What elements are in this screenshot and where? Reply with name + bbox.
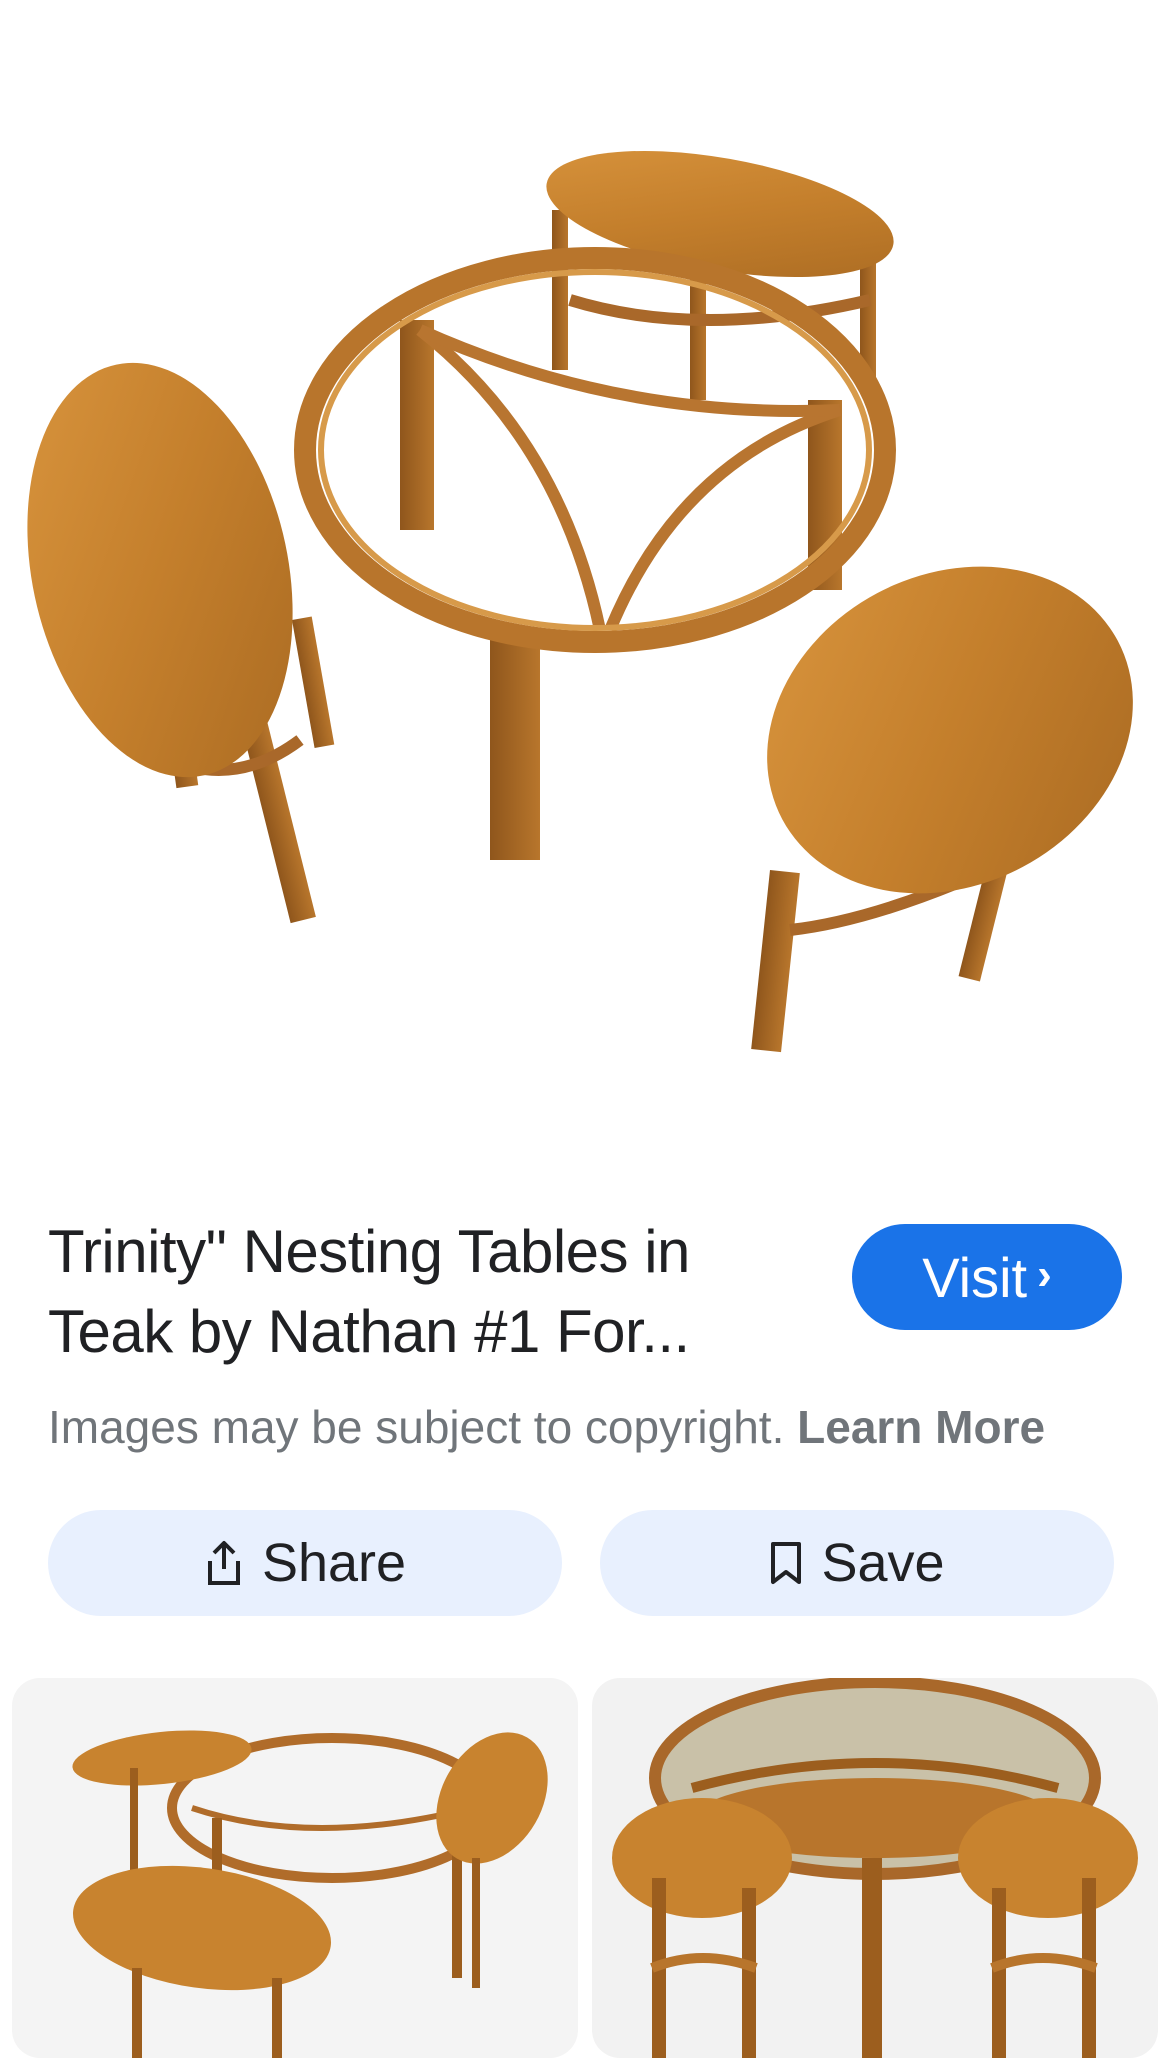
share-icon xyxy=(204,1539,244,1587)
share-button[interactable]: Share xyxy=(48,1510,562,1616)
bookmark-icon xyxy=(769,1540,803,1586)
main-image[interactable] xyxy=(0,0,1170,1150)
result-title[interactable]: Trinity" Nesting Tables in Teak by Natha… xyxy=(48,1212,808,1372)
save-label: Save xyxy=(821,1533,945,1593)
copyright-text: Images may be subject to copyright. xyxy=(48,1401,785,1453)
chevron-right-icon: › xyxy=(1037,1250,1052,1299)
share-label: Share xyxy=(261,1533,407,1593)
visit-button[interactable]: Visit › xyxy=(852,1224,1122,1330)
learn-more-link[interactable]: Learn More xyxy=(797,1401,1045,1453)
visit-label: Visit xyxy=(922,1245,1028,1309)
related-tables-photo-1 xyxy=(72,1730,548,2058)
save-button[interactable]: Save xyxy=(600,1510,1114,1616)
related-tables-photo-2 xyxy=(612,1678,1138,2058)
left-side-table xyxy=(27,362,335,924)
related-image-1[interactable] xyxy=(12,1678,578,2058)
nesting-tables-photo xyxy=(27,150,1133,1053)
copyright-notice: Images may be subject to copyright. Lear… xyxy=(48,1400,1045,1454)
related-image-2[interactable] xyxy=(592,1678,1158,2058)
